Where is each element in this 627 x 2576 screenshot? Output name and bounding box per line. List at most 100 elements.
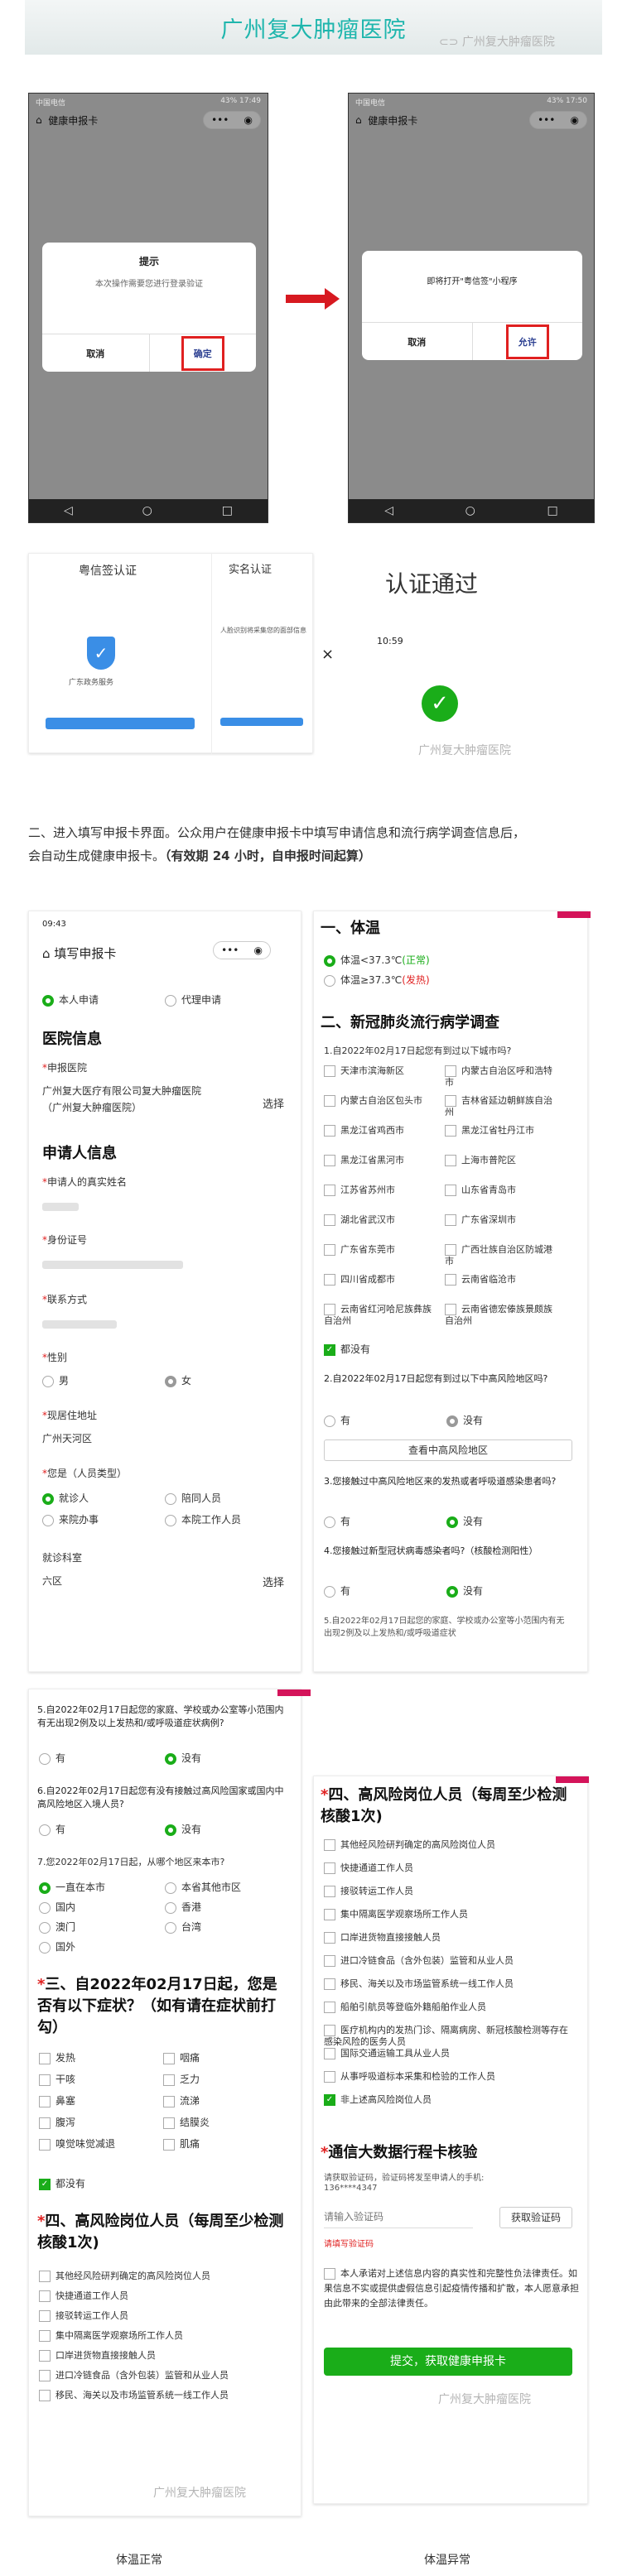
city-option[interactable]: 天津市滨海新区 — [324, 1065, 440, 1077]
symptom-option[interactable]: 结膜炎 — [163, 2115, 210, 2129]
job-option[interactable]: 移民、海关以及市场监管系统一线工作人员 — [324, 1978, 572, 1990]
city-option[interactable]: 江苏省苏州市 — [324, 1185, 440, 1196]
q3-yes[interactable]: 有 — [324, 1514, 350, 1528]
region-local[interactable]: 一直在本市 — [39, 1880, 105, 1894]
city-option[interactable]: 云南省德宏傣族景颇族自治州 — [445, 1304, 561, 1327]
job-option[interactable]: 口岸进货物直接接触人员 — [324, 1932, 572, 1944]
job-option[interactable]: 接驳转运工作人员 — [324, 1886, 572, 1897]
city-option[interactable]: 黑龙江省牡丹江市 — [445, 1125, 561, 1137]
job-option[interactable]: 快捷通道工作人员 — [324, 1862, 572, 1874]
temp-fever[interactable]: 体温≥37.3℃(发热) — [324, 973, 430, 987]
sym-none[interactable]: ✓ 都没有 — [39, 2176, 85, 2190]
city-option[interactable]: 内蒙古自治区呼和浩特市 — [445, 1065, 561, 1089]
q2-no[interactable]: 没有 — [446, 1413, 483, 1427]
opt-self[interactable]: 本人申请 — [42, 992, 99, 1007]
type-patient[interactable]: 就诊人 — [42, 1491, 89, 1505]
city-option[interactable]: 湖北省武汉市 — [324, 1214, 440, 1226]
job-option[interactable]: 其他经风险研判确定的高风险岗位人员 — [39, 2269, 210, 2282]
job-option[interactable]: 移民、海关以及市场监管系统一线工作人员 — [39, 2388, 229, 2401]
job-option[interactable]: 集中隔离医学观察场所工作人员 — [39, 2328, 183, 2342]
view-risk-areas-button[interactable]: 查看中高风险地区 — [324, 1439, 572, 1461]
home-icon[interactable]: ⌂ — [42, 946, 51, 961]
realname-button[interactable] — [220, 718, 303, 726]
city-option[interactable]: 上海市普陀区 — [445, 1155, 561, 1166]
submit-button[interactable]: 提交，获取健康申报卡 — [324, 2348, 572, 2376]
symptom-option[interactable]: 乏力 — [163, 2072, 200, 2086]
agreement[interactable]: 本人承诺对上述信息内容的真实性和完整性负法律责任。如果信息不实或提供虚假信息引起… — [324, 2266, 581, 2311]
job-option[interactable]: 船舶引航员等登临外籍船舶作业人员 — [324, 2002, 572, 2013]
region-hongkong[interactable]: 香港 — [165, 1900, 201, 1914]
symptom-option[interactable]: 肌痛 — [163, 2136, 200, 2151]
region-taiwan[interactable]: 台湾 — [165, 1920, 201, 1934]
job-option[interactable]: ✓ 非上述高风险岗位人员 — [324, 2094, 572, 2106]
type-staff[interactable]: 本院工作人员 — [165, 1512, 241, 1526]
type-visitor[interactable]: 来院办事 — [42, 1512, 99, 1526]
address-field[interactable]: 广州天河区 — [42, 1431, 92, 1445]
q1-none[interactable]: ✓ 都没有 — [324, 1342, 370, 1356]
symptom-option[interactable]: 咽痛 — [163, 2050, 200, 2064]
capsule-menu[interactable]: ••• ◉ — [203, 111, 261, 129]
q2-yes[interactable]: 有 — [324, 1413, 350, 1427]
q4-yes[interactable]: 有 — [324, 1584, 350, 1598]
cancel-button[interactable]: 取消 — [42, 334, 149, 372]
home-icon[interactable]: ⌂ — [355, 114, 362, 126]
job-option[interactable]: 其他经风险研判确定的高风险岗位人员 — [324, 1839, 572, 1851]
city-option[interactable]: 四川省成都市 — [324, 1274, 440, 1286]
job-option[interactable]: 接驳转运工作人员 — [39, 2309, 128, 2322]
region-abroad[interactable]: 国外 — [39, 1939, 75, 1954]
region-province[interactable]: 本省其他市区 — [165, 1880, 241, 1894]
q5-yes[interactable]: 有 — [39, 1751, 65, 1765]
symptom-option[interactable]: 流涕 — [163, 2093, 200, 2107]
q4-no[interactable]: 没有 — [446, 1584, 483, 1598]
contact-field[interactable] — [42, 1315, 117, 1331]
allow-button[interactable]: 允许 — [471, 323, 583, 360]
gender-male[interactable]: 男 — [42, 1373, 69, 1387]
cancel-button[interactable]: 取消 — [362, 323, 472, 360]
gender-female[interactable]: 女 — [165, 1373, 191, 1387]
id-field[interactable] — [42, 1256, 183, 1271]
name-field[interactable] — [42, 1198, 79, 1214]
city-option[interactable]: 吉林省延边朝鲜族自治州 — [445, 1095, 561, 1118]
auth-start-button[interactable] — [46, 718, 195, 729]
q6-no[interactable]: 没有 — [165, 1822, 201, 1836]
home-icon[interactable]: ⌂ — [36, 114, 42, 126]
choose-hospital-button[interactable]: 选择 — [263, 1095, 284, 1111]
job-option[interactable]: 口岸进货物直接接触人员 — [39, 2348, 156, 2362]
symptom-option[interactable]: 鼻塞 — [39, 2093, 75, 2107]
job-option[interactable]: 从事呼吸道标本采集和检验的工作人员 — [324, 2071, 572, 2083]
capsule-menu[interactable]: ••• ◉ — [213, 941, 271, 959]
confirm-button[interactable]: 确定 — [148, 334, 257, 372]
symptom-option[interactable]: 发热 — [39, 2050, 75, 2064]
job-option[interactable]: 集中隔离医学观察场所工作人员 — [324, 1909, 572, 1920]
capsule-menu[interactable]: ••• ◉ — [529, 111, 587, 129]
symptom-option[interactable]: 嗅觉味觉减退 — [39, 2136, 115, 2151]
type-companion[interactable]: 陪同人员 — [165, 1491, 221, 1505]
opt-agent[interactable]: 代理申请 — [165, 992, 221, 1007]
q6-yes[interactable]: 有 — [39, 1822, 65, 1836]
choose-dept-button[interactable]: 选择 — [263, 1574, 284, 1589]
q3-no[interactable]: 没有 — [446, 1514, 483, 1528]
city-option[interactable]: 黑龙江省鸡西市 — [324, 1125, 440, 1137]
city-option[interactable]: 黑龙江省黑河市 — [324, 1155, 440, 1166]
region-macau[interactable]: 澳门 — [39, 1920, 75, 1934]
job-option[interactable]: 国际交通运输工具从业人员 — [324, 2048, 572, 2059]
city-option[interactable]: 山东省青岛市 — [445, 1185, 561, 1196]
dept-field[interactable]: 六区 — [42, 1574, 62, 1588]
job-option[interactable]: 医疗机构内的发热门诊、隔离病房、新冠核酸检测等存在感染风险的医务人员 — [324, 2025, 572, 2048]
symptom-option[interactable]: 腹泻 — [39, 2115, 75, 2129]
city-option[interactable]: 广西壮族自治区防城港市 — [445, 1244, 561, 1267]
city-option[interactable]: 云南省临沧市 — [445, 1274, 561, 1286]
symptom-option[interactable]: 干咳 — [39, 2072, 75, 2086]
get-code-button[interactable]: 获取验证码 — [499, 2207, 572, 2228]
job-option[interactable]: 进口冷链食品（含外包装）监管和从业人员 — [324, 1955, 572, 1967]
job-option[interactable]: 快捷通道工作人员 — [39, 2289, 128, 2302]
region-domestic[interactable]: 国内 — [39, 1900, 75, 1914]
q5-no[interactable]: 没有 — [165, 1751, 201, 1765]
city-option[interactable]: 内蒙古自治区包头市 — [324, 1095, 440, 1107]
temp-normal[interactable]: 体温<37.3℃(正常) — [324, 953, 430, 967]
city-option[interactable]: 广东省东莞市 — [324, 1244, 440, 1256]
job-option[interactable]: 进口冷链食品（含外包装）监管和从业人员 — [39, 2368, 229, 2381]
code-input[interactable] — [324, 2205, 473, 2228]
city-option[interactable]: 广东省深圳市 — [445, 1214, 561, 1226]
city-option[interactable]: 云南省红河哈尼族彝族自治州 — [324, 1304, 440, 1327]
